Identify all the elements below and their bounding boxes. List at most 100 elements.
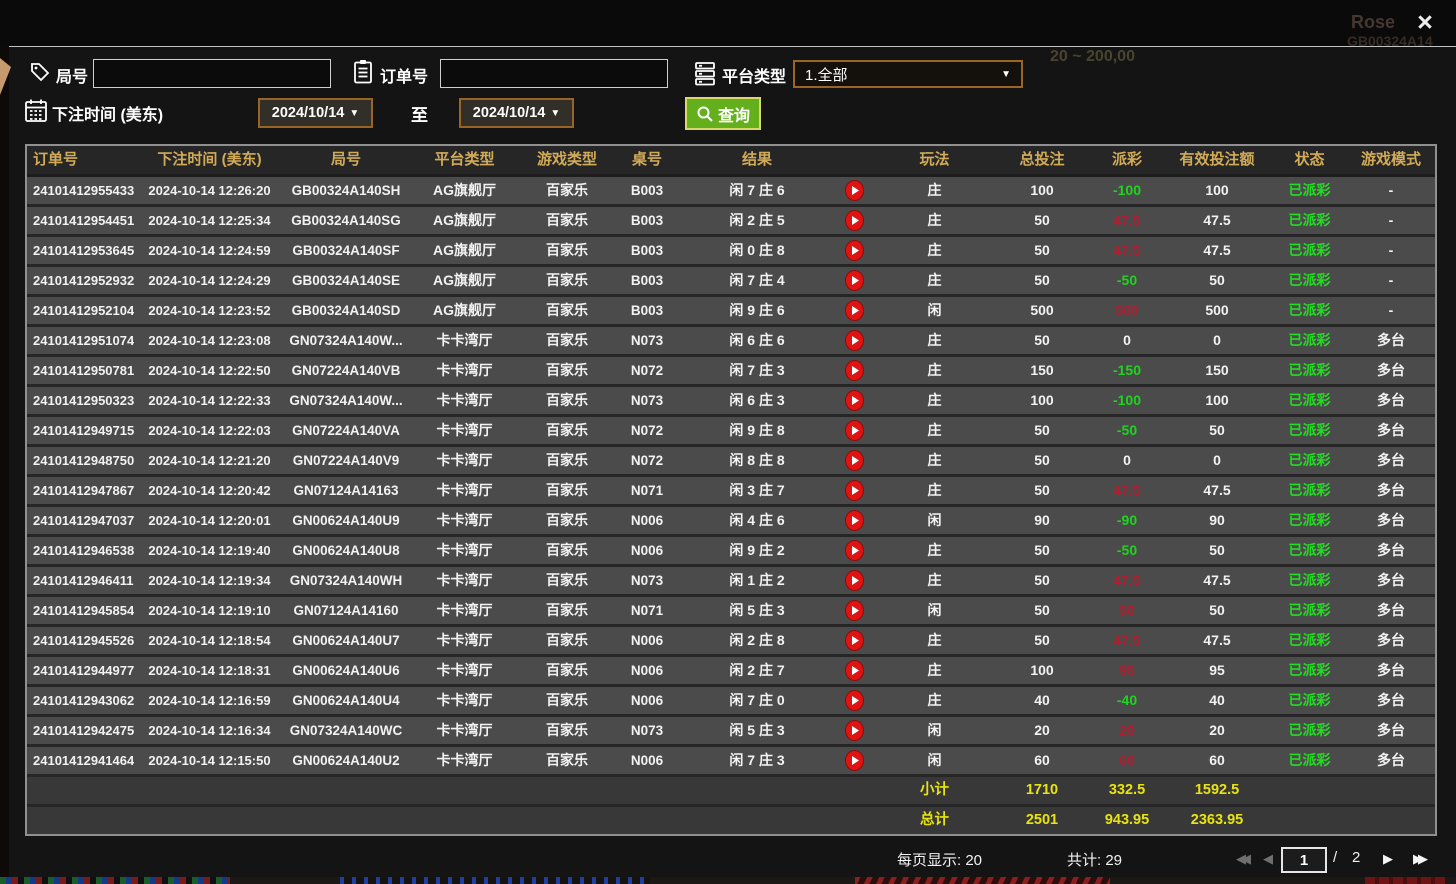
- cell-mode: -: [1347, 177, 1435, 204]
- cell-time: 2024-10-14 12:22:50: [134, 357, 285, 384]
- cell-payout: 0: [1092, 447, 1162, 474]
- cell-time: 2024-10-14 12:18:31: [134, 657, 285, 684]
- cell-result: 闲 6 庄 6: [682, 327, 832, 354]
- cell-valid_bet: 100: [1162, 387, 1272, 414]
- cell-time: 2024-10-14 12:19:34: [134, 567, 285, 594]
- close-icon[interactable]: ×: [1408, 5, 1442, 39]
- cell-order: 241014129449776: [27, 657, 134, 684]
- cell-valid_bet: 500: [1162, 297, 1272, 324]
- cell-platform: 卡卡湾厅: [407, 657, 522, 684]
- cell-platform: 卡卡湾厅: [407, 477, 522, 504]
- cell-result: 闲 9 庄 8: [682, 417, 832, 444]
- cell-platform: 卡卡湾厅: [407, 687, 522, 714]
- cell-platform: 卡卡湾厅: [407, 357, 522, 384]
- cell-order: 241014129544518: [27, 207, 134, 234]
- play-video-icon[interactable]: [845, 450, 864, 471]
- play-video-icon[interactable]: [845, 300, 864, 321]
- play-video-icon[interactable]: [845, 540, 864, 561]
- page-number-input[interactable]: [1281, 847, 1327, 873]
- cell-result: 闲 2 庄 8: [682, 627, 832, 654]
- play-video-icon[interactable]: [845, 630, 864, 651]
- cell-time: 2024-10-14 12:20:01: [134, 507, 285, 534]
- order-number-input[interactable]: [440, 59, 668, 88]
- play-video-icon[interactable]: [845, 180, 864, 201]
- date-from-picker[interactable]: 2024/10/14 ▼: [258, 98, 373, 128]
- cell-total_bet: 50: [992, 597, 1092, 624]
- play-video-icon[interactable]: [845, 210, 864, 231]
- table-header-row: 订单号下注时间 (美东)局号平台类型游戏类型桌号结果玩法总投注派彩有效投注额状态…: [27, 146, 1435, 177]
- cell-result: 闲 4 庄 6: [682, 507, 832, 534]
- tag-icon: [28, 60, 52, 84]
- date-range-to-label: 至: [411, 101, 428, 126]
- cell-play: [832, 237, 877, 264]
- play-video-icon[interactable]: [845, 600, 864, 621]
- previous-page-icon[interactable]: ◀: [1263, 851, 1268, 867]
- cell-valid_bet: 0: [1162, 447, 1272, 474]
- cell-order: 241014129478675: [27, 477, 134, 504]
- cell-valid_bet: 20: [1162, 717, 1272, 744]
- cell-round: GB00324A140SH: [285, 177, 407, 204]
- date-to-picker[interactable]: 2024/10/14 ▼: [459, 98, 574, 128]
- cell-play: [832, 657, 877, 684]
- table-row: 2410141294641102024-10-14 12:19:34GN0732…: [27, 567, 1435, 597]
- cell-status: 已派彩: [1272, 597, 1347, 624]
- cell-platform: 卡卡湾厅: [407, 747, 522, 774]
- play-video-icon[interactable]: [845, 240, 864, 261]
- cell-time: [134, 807, 285, 834]
- cell-payout: 332.5: [1092, 777, 1162, 804]
- cell-mode: 多台: [1347, 717, 1435, 744]
- cell-platform: 卡卡湾厅: [407, 387, 522, 414]
- cell-valid_bet: 50: [1162, 267, 1272, 294]
- cell-bet_type: 庄: [877, 567, 992, 594]
- platform-type-select[interactable]: 1.全部 ▼: [793, 60, 1023, 88]
- title-bar: [0, 0, 1456, 46]
- cell-total_bet: 100: [992, 657, 1092, 684]
- cell-bet_type: 庄: [877, 207, 992, 234]
- cell-valid_bet: 2363.95: [1162, 807, 1272, 834]
- cell-status: 已派彩: [1272, 747, 1347, 774]
- cell-bet_type: 闲: [877, 747, 992, 774]
- cell-result: [682, 807, 832, 834]
- page-separator: /: [1333, 849, 1337, 866]
- cell-result: 闲 7 庄 0: [682, 687, 832, 714]
- play-video-icon[interactable]: [845, 510, 864, 531]
- play-video-icon[interactable]: [845, 660, 864, 681]
- chevron-down-icon: ▼: [1001, 69, 1011, 80]
- cell-status: 已派彩: [1272, 417, 1347, 444]
- first-page-icon[interactable]: ◀◀: [1236, 851, 1246, 867]
- cell-mode: -: [1347, 207, 1435, 234]
- cell-round: GN07124A14160: [285, 597, 407, 624]
- round-number-input[interactable]: [93, 59, 331, 88]
- play-video-icon[interactable]: [845, 330, 864, 351]
- cell-result: 闲 7 庄 3: [682, 357, 832, 384]
- cell-payout: -50: [1092, 267, 1162, 294]
- cell-game: 百家乐: [522, 567, 612, 594]
- play-video-icon[interactable]: [845, 390, 864, 411]
- cell-result: [682, 777, 832, 804]
- cell-valid_bet: 50: [1162, 597, 1272, 624]
- cell-valid_bet: 50: [1162, 537, 1272, 564]
- play-video-icon[interactable]: [845, 750, 864, 771]
- cell-table_no: N073: [612, 717, 682, 744]
- search-button[interactable]: 查询: [685, 97, 761, 130]
- cell-bet_type: 庄: [877, 447, 992, 474]
- play-video-icon[interactable]: [845, 270, 864, 291]
- cell-result: 闲 3 庄 7: [682, 477, 832, 504]
- play-video-icon[interactable]: [845, 570, 864, 591]
- play-video-icon[interactable]: [845, 720, 864, 741]
- cell-round: GN07324A140WC: [285, 717, 407, 744]
- cell-order: 241014129465384: [27, 537, 134, 564]
- cell-payout: 50: [1092, 597, 1162, 624]
- next-page-icon[interactable]: ▶: [1383, 851, 1388, 867]
- play-video-icon[interactable]: [845, 360, 864, 381]
- play-video-icon[interactable]: [845, 690, 864, 711]
- panel-left-edge: [0, 46, 9, 884]
- play-video-icon[interactable]: [845, 480, 864, 501]
- cell-bet_type: 庄: [877, 477, 992, 504]
- cell-play: [832, 717, 877, 744]
- play-video-icon[interactable]: [845, 420, 864, 441]
- round-number-label: 局号: [56, 63, 88, 87]
- chevron-down-icon: ▼: [349, 108, 359, 119]
- last-page-icon[interactable]: ▶▶: [1413, 851, 1423, 867]
- cell-payout: -40: [1092, 687, 1162, 714]
